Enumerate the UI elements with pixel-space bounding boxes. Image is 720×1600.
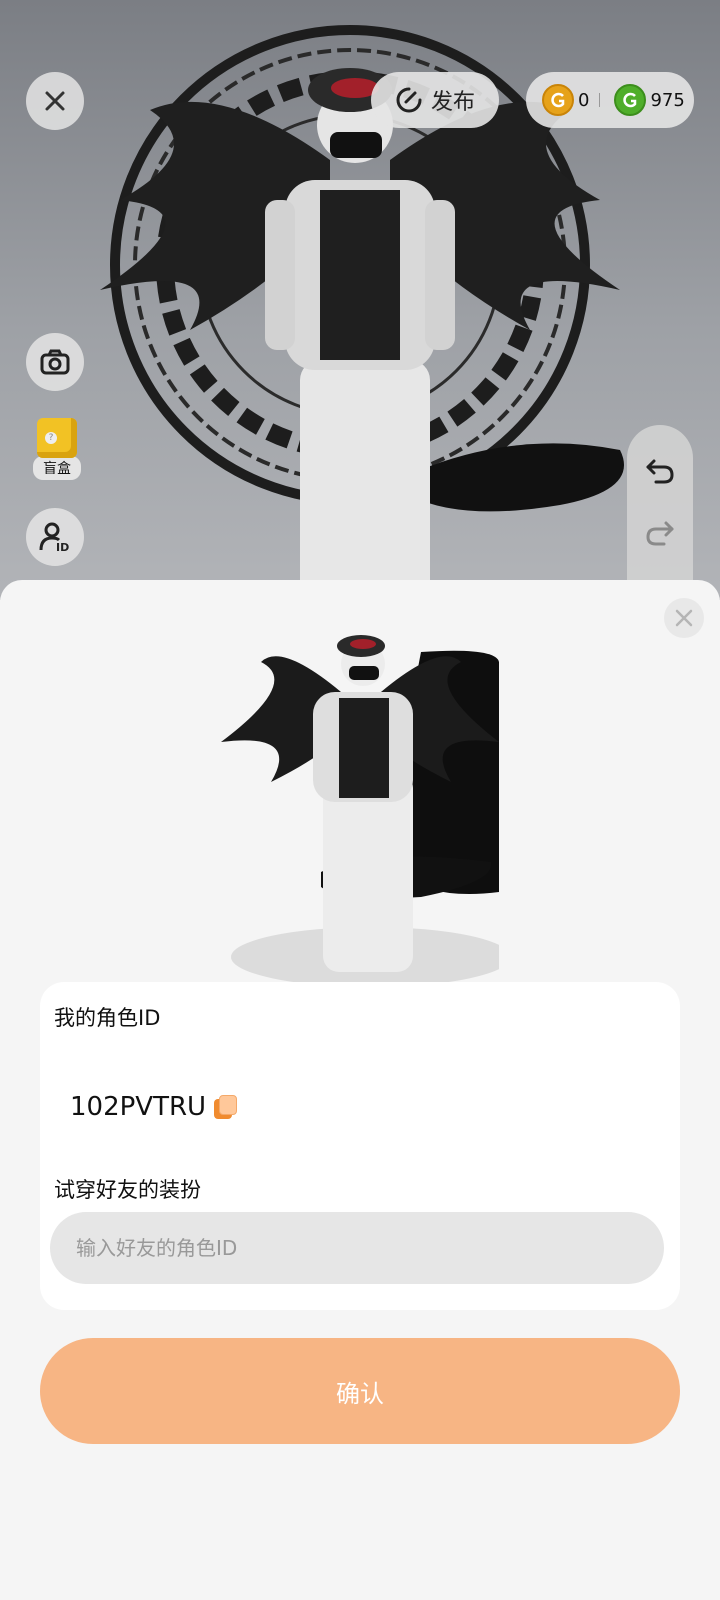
redo-button[interactable]	[644, 517, 676, 549]
my-id-value: 102PVTRU	[70, 1092, 207, 1122]
green-coin-count: 975	[650, 89, 685, 111]
publish-button[interactable]: 发布	[371, 72, 499, 128]
copy-icon[interactable]	[214, 1095, 238, 1119]
avatar-id-icon: ID	[39, 522, 69, 553]
redo-icon	[646, 521, 674, 546]
publish-label: 发布	[430, 90, 475, 115]
blind-box-label: 盲盒	[33, 456, 81, 480]
undo-icon	[646, 459, 674, 484]
gold-coin-count: 0	[578, 89, 590, 111]
close-icon	[675, 609, 693, 627]
publish-icon	[396, 87, 422, 113]
try-on-label: 试穿好友的装扮	[54, 1178, 201, 1202]
close-icon	[45, 91, 65, 111]
sheet-close-button[interactable]	[664, 598, 704, 638]
gold-coin-icon	[542, 84, 574, 116]
green-coin-icon	[614, 84, 647, 116]
avatar-preview	[221, 632, 499, 982]
blind-box-icon: ?	[37, 418, 77, 458]
confirm-button[interactable]: 确认	[40, 1338, 680, 1444]
avatar-id-button[interactable]: ID	[26, 508, 84, 566]
friend-id-input[interactable]	[50, 1212, 664, 1284]
undo-button[interactable]	[644, 455, 676, 487]
try-on-card: 我的角色ID 102PVTRU 试穿好友的装扮	[40, 982, 680, 1310]
my-id-row: 102PVTRU	[70, 1092, 238, 1122]
currency-divider	[599, 93, 601, 107]
camera-icon	[40, 349, 70, 375]
currency-panel[interactable]: 0 975	[526, 72, 694, 128]
svg-text:ID: ID	[56, 541, 69, 553]
close-button[interactable]	[26, 72, 84, 130]
blind-box-button[interactable]: ? 盲盒	[28, 418, 86, 480]
camera-button[interactable]	[26, 333, 84, 391]
my-id-label: 我的角色ID	[54, 1006, 161, 1030]
avatar-preview-image	[221, 635, 499, 982]
